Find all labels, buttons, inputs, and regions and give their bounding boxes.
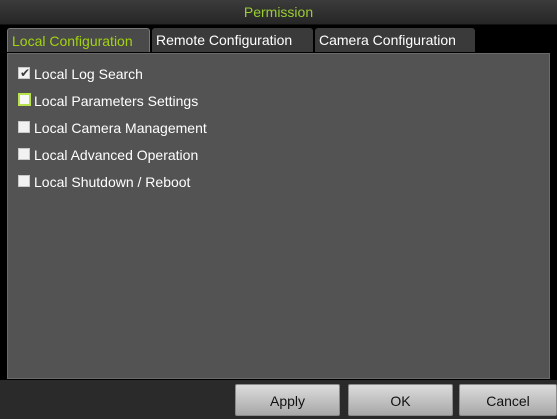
- checkbox-unchecked[interactable]: [18, 121, 30, 133]
- dialog-footer: Apply OK Cancel: [0, 380, 557, 419]
- checkbox-unchecked[interactable]: [18, 148, 30, 160]
- tab-remote-configuration[interactable]: Remote Configuration: [152, 28, 313, 52]
- permission-label: Local Parameters Settings: [34, 93, 199, 109]
- permission-label: Local Shutdown / Reboot: [34, 174, 191, 190]
- permission-label: Local Log Search: [34, 66, 143, 82]
- permission-panel: ✔ Local Log Search Local Parameters Sett…: [7, 53, 550, 379]
- tab-bar: Local Configuration Remote Configuration…: [0, 25, 557, 53]
- permission-label: Local Camera Management: [34, 120, 207, 136]
- checkbox-checked[interactable]: ✔: [18, 66, 31, 80]
- apply-button[interactable]: Apply: [235, 384, 340, 416]
- ok-button[interactable]: OK: [348, 384, 453, 416]
- tab-local-configuration[interactable]: Local Configuration: [7, 28, 150, 52]
- tab-camera-configuration[interactable]: Camera Configuration: [315, 28, 475, 52]
- dialog-title: Permission: [0, 0, 557, 25]
- cancel-button[interactable]: Cancel: [459, 384, 557, 416]
- check-icon: ✔: [20, 66, 31, 80]
- permission-dialog: Permission Local Configuration Remote Co…: [0, 0, 557, 419]
- checkbox-focused[interactable]: [18, 93, 31, 106]
- checkbox-unchecked[interactable]: [18, 175, 30, 187]
- permission-label: Local Advanced Operation: [34, 147, 199, 163]
